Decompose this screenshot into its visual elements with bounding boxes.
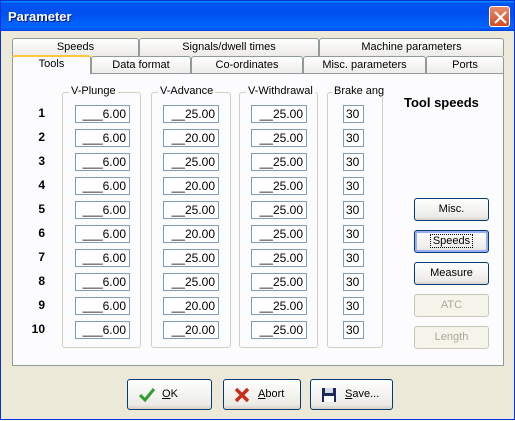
v-plunge-field[interactable]: ___6.00 — [75, 105, 130, 123]
v-plunge-field[interactable]: ___6.00 — [75, 273, 130, 291]
misc-button[interactable]: Misc. — [414, 198, 489, 221]
v-plunge-field[interactable]: ___6.00 — [75, 153, 130, 171]
measure-button[interactable]: Measure — [414, 262, 489, 285]
v-plunge-field[interactable]: ___6.00 — [75, 177, 130, 195]
v-plunge-field[interactable]: ___6.00 — [75, 321, 130, 339]
v-advance-field[interactable]: __25.00 — [163, 153, 219, 171]
v-plunge-label: V-Plunge — [69, 85, 118, 97]
brake-angle-field[interactable]: 30 — [343, 105, 364, 123]
brake-angle-field[interactable]: 30 — [343, 321, 364, 339]
tool-speeds-heading: Tool speeds — [404, 95, 479, 110]
v-advance-field[interactable]: __20.00 — [163, 129, 219, 147]
length-button: Length — [414, 326, 489, 349]
v-withdrawal-field[interactable]: __25.00 — [251, 177, 307, 195]
row-number: 4 — [38, 178, 45, 192]
v-withdrawal-field[interactable]: __25.00 — [251, 225, 307, 243]
v-withdrawal-field[interactable]: __25.00 — [251, 297, 307, 315]
v-advance-field[interactable]: __20.00 — [163, 177, 219, 195]
row-number: 5 — [38, 202, 45, 216]
v-advance-field[interactable]: __25.00 — [163, 249, 219, 267]
v-advance-label: V-Advance — [158, 85, 216, 97]
brake-angle-field[interactable]: 30 — [343, 177, 364, 195]
brake-angle-label: Brake ang — [332, 85, 387, 97]
row-number: 3 — [38, 154, 45, 168]
atc-button: ATC — [414, 294, 489, 317]
v-withdrawal-field[interactable]: __25.00 — [251, 129, 307, 147]
v-withdrawal-field[interactable]: __25.00 — [251, 153, 307, 171]
v-withdrawal-field[interactable]: __25.00 — [251, 249, 307, 267]
row-number: 2 — [38, 130, 45, 144]
brake-angle-field[interactable]: 30 — [343, 225, 364, 243]
v-withdrawal-label: V-Withdrawal — [246, 85, 315, 97]
brake-angle-field[interactable]: 30 — [343, 153, 364, 171]
row-number: 10 — [31, 322, 45, 336]
brake-angle-field[interactable]: 30 — [343, 273, 364, 291]
row-number: 9 — [38, 298, 45, 312]
v-advance-field[interactable]: __20.00 — [163, 297, 219, 315]
row-number: 1 — [38, 106, 45, 120]
tools-content: V-Plunge V-Advance V-Withdrawal Brake an… — [1, 1, 515, 421]
v-plunge-field[interactable]: ___6.00 — [75, 129, 130, 147]
parameter-dialog: Parameter Speeds Signals/dwell times Mac… — [0, 0, 515, 420]
v-advance-field[interactable]: __25.00 — [163, 201, 219, 219]
v-advance-field[interactable]: __25.00 — [163, 105, 219, 123]
v-advance-field[interactable]: __20.00 — [163, 225, 219, 243]
v-plunge-field[interactable]: ___6.00 — [75, 297, 130, 315]
v-plunge-field[interactable]: ___6.00 — [75, 201, 130, 219]
v-withdrawal-field[interactable]: __25.00 — [251, 273, 307, 291]
v-withdrawal-field[interactable]: __25.00 — [251, 201, 307, 219]
brake-angle-field[interactable]: 30 — [343, 201, 364, 219]
speeds-button[interactable]: Speeds — [414, 230, 489, 253]
v-withdrawal-field[interactable]: __25.00 — [251, 321, 307, 339]
v-advance-field[interactable]: __20.00 — [163, 321, 219, 339]
v-plunge-field[interactable]: ___6.00 — [75, 225, 130, 243]
v-advance-field[interactable]: __25.00 — [163, 273, 219, 291]
v-plunge-field[interactable]: ___6.00 — [75, 249, 130, 267]
brake-angle-field[interactable]: 30 — [343, 129, 364, 147]
brake-angle-field[interactable]: 30 — [343, 249, 364, 267]
row-number: 8 — [38, 274, 45, 288]
row-number: 7 — [38, 250, 45, 264]
row-number: 6 — [38, 226, 45, 240]
v-withdrawal-field[interactable]: __25.00 — [251, 105, 307, 123]
brake-angle-field[interactable]: 30 — [343, 297, 364, 315]
